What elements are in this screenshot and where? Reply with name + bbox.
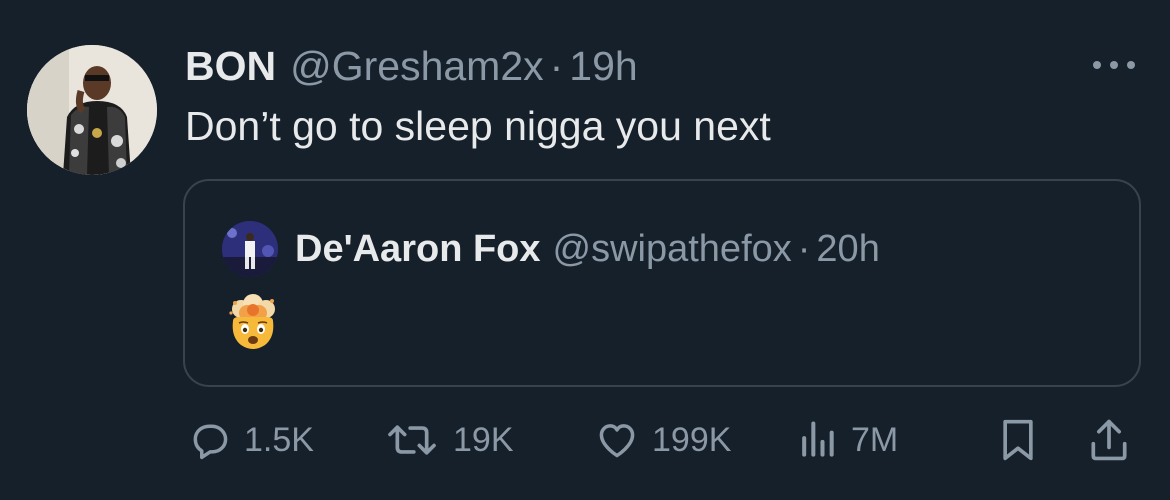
quoted-separator-dot: · [797, 228, 811, 270]
tweet-timestamp[interactable]: 19h [569, 38, 637, 94]
view-count: 7M [851, 420, 899, 459]
bookmark-icon [1003, 419, 1033, 461]
exploding-head-icon [223, 293, 283, 353]
tweet-text: Don’t go to sleep nigga you next [185, 103, 771, 149]
avatar-photo [27, 45, 157, 175]
retweet-icon [388, 425, 436, 455]
tweet-header: BON @Gresham2x · 19h [185, 38, 638, 94]
views-button[interactable]: 7M [795, 410, 898, 470]
reply-button[interactable]: 1.5K [188, 410, 314, 470]
author-avatar[interactable] [27, 45, 157, 175]
quoted-author-handle: @swipathefox [552, 228, 792, 270]
quoted-tweet-header: De'Aaron Fox @swipathefox · 20h [295, 221, 880, 277]
author-handle[interactable]: @Gresham2x [290, 38, 544, 94]
reply-count: 1.5K [244, 420, 314, 459]
share-icon [1091, 419, 1127, 461]
reply-icon [193, 424, 228, 460]
tweet-action-bar: 1.5K 19K 199K 7M [0, 410, 1170, 470]
like-button[interactable]: 199K [594, 410, 731, 470]
quoted-author-name: De'Aaron Fox [295, 228, 541, 270]
quoted-tweet-card[interactable]: De'Aaron Fox @swipathefox · 20h [183, 179, 1141, 387]
quoted-tweet-timestamp: 20h [816, 228, 880, 270]
retweet-button[interactable]: 19K [383, 410, 514, 470]
bar-chart-icon [802, 421, 834, 457]
more-options-icon[interactable] [1089, 54, 1139, 76]
quoted-author-avatar[interactable] [222, 221, 278, 277]
like-count: 199K [652, 420, 732, 459]
quoted-avatar-photo [222, 221, 278, 277]
bookmark-button[interactable] [996, 410, 1040, 470]
retweet-count: 19K [453, 420, 514, 459]
heart-icon [599, 424, 635, 458]
author-name[interactable]: BON [185, 38, 276, 94]
share-button[interactable] [1086, 410, 1132, 470]
separator-dot: · [549, 43, 564, 89]
